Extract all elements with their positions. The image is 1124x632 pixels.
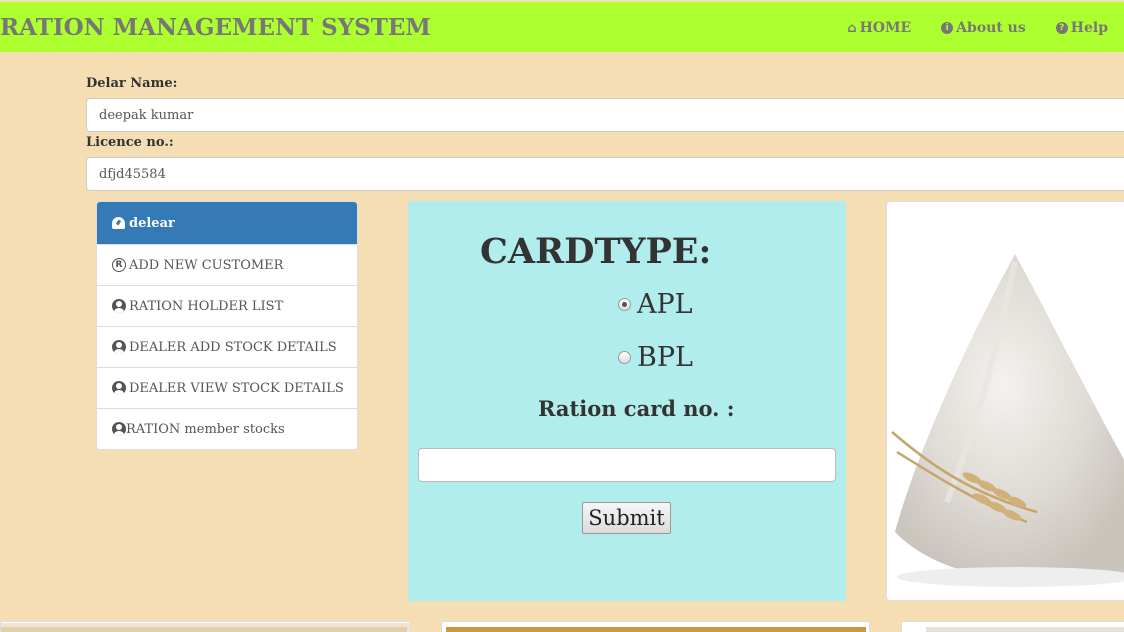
apl-option[interactable]: APL — [618, 289, 693, 320]
licence-label: Licence no.: — [86, 135, 174, 150]
nav-about-link[interactable]: i About us — [941, 20, 1026, 36]
user-circle-icon — [112, 422, 126, 436]
flour-pile-picture — [887, 202, 1124, 600]
registered-icon: R — [112, 258, 126, 272]
third-image — [901, 621, 1124, 632]
dealer-sidebar: delear R ADD NEW CUSTOMER RATION HOLDER … — [96, 201, 358, 450]
submit-button[interactable]: Submit — [582, 502, 671, 534]
licence-input[interactable] — [86, 157, 1124, 191]
grain-image — [441, 621, 870, 632]
bpl-radio[interactable] — [618, 351, 631, 364]
apl-label: APL — [637, 289, 693, 320]
user-circle-icon — [112, 299, 126, 313]
top-navbar: RATION MANAGEMENT SYSTEM ⌂ HOME i About … — [0, 2, 1124, 52]
sidebar-item-dealer-view-stock[interactable]: DEALER VIEW STOCK DETAILS — [97, 367, 357, 408]
dashboard-icon — [112, 217, 125, 229]
user-circle-icon — [112, 340, 126, 354]
rice-image — [0, 621, 411, 632]
info-icon: i — [941, 22, 954, 34]
ration-card-no-input[interactable] — [418, 448, 836, 482]
sidebar-heading-label: delear — [129, 215, 175, 231]
question-icon: ? — [1055, 22, 1068, 34]
third-picture — [902, 623, 1124, 632]
rice-picture — [1, 623, 410, 632]
dealer-name-label: Delar Name: — [86, 76, 178, 91]
main-nav: ⌂ HOME i About us ? Help — [847, 20, 1108, 36]
bpl-label: BPL — [637, 342, 693, 373]
bpl-option[interactable]: BPL — [618, 342, 693, 373]
sidebar-item-label: ADD NEW CUSTOMER — [129, 257, 284, 273]
apl-radio[interactable] — [618, 298, 631, 311]
sidebar-item-dealer-add-stock[interactable]: DEALER ADD STOCK DETAILS — [97, 326, 357, 367]
sidebar-heading-delear[interactable]: delear — [97, 202, 357, 244]
nav-help-label: Help — [1070, 20, 1108, 36]
nav-help-link[interactable]: ? Help — [1055, 20, 1108, 36]
home-icon: ⌂ — [847, 20, 857, 36]
nav-home-label: HOME — [859, 20, 912, 36]
nav-home-link[interactable]: ⌂ HOME — [847, 20, 911, 36]
ration-card-no-label: Ration card no. : — [538, 396, 735, 421]
sidebar-item-add-new-customer[interactable]: R ADD NEW CUSTOMER — [97, 244, 357, 285]
user-circle-icon — [112, 381, 126, 395]
cardtype-heading: CARDTYPE: — [480, 231, 712, 272]
sidebar-item-ration-member-stocks[interactable]: RATION member stocks — [97, 408, 357, 449]
flour-image — [886, 201, 1124, 601]
sidebar-item-label: RATION HOLDER LIST — [129, 298, 284, 314]
sidebar-item-label: DEALER ADD STOCK DETAILS — [129, 339, 337, 355]
nav-about-label: About us — [956, 20, 1026, 36]
site-title: RATION MANAGEMENT SYSTEM — [0, 14, 431, 41]
sidebar-item-label: RATION member stocks — [126, 421, 285, 437]
grain-picture — [442, 623, 869, 632]
sidebar-item-label: DEALER VIEW STOCK DETAILS — [129, 380, 344, 396]
cardtype-form-panel: CARDTYPE: APL BPL Ration card no. : Subm… — [408, 201, 846, 601]
sidebar-item-ration-holder-list[interactable]: RATION HOLDER LIST — [97, 285, 357, 326]
dealer-name-input[interactable] — [86, 98, 1124, 132]
